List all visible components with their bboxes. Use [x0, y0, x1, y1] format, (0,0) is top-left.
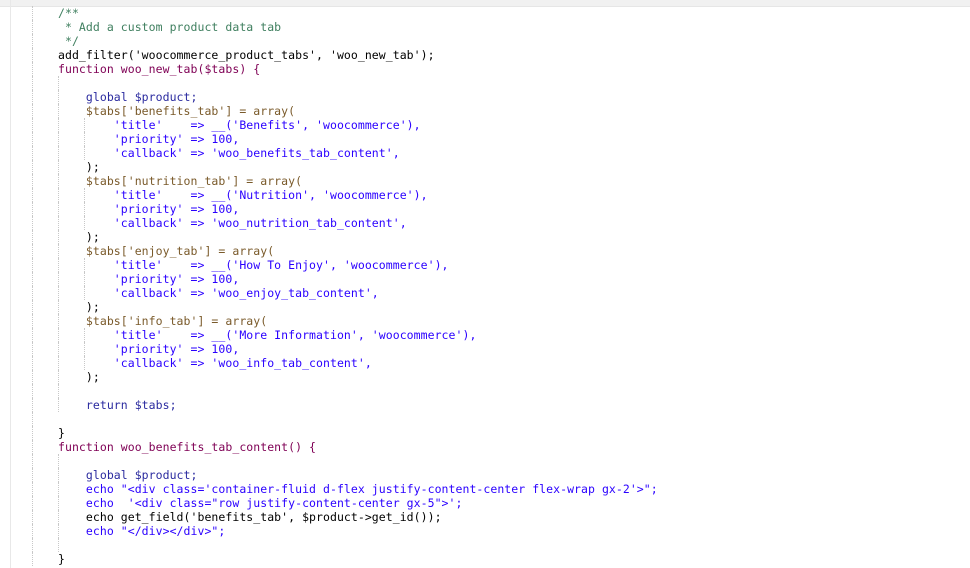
code-line: echo "<div class='container-fluid d-flex… [0, 482, 970, 496]
code-line: function woo_benefits_tab_content() { [0, 440, 970, 454]
code-line: 'callback' => 'woo_info_tab_content', [0, 356, 970, 370]
code-line-text: 'priority' => 100, [58, 272, 240, 286]
code-line-text: echo "<div class='container-fluid d-flex… [58, 482, 658, 496]
code-line: function woo_new_tab($tabs) { [0, 62, 970, 76]
code-line [0, 412, 970, 426]
code-line-text: 'title' => __('How To Enjoy', 'woocommer… [58, 258, 449, 272]
code-line-text: 'title' => __('Benefits', 'woocommerce')… [58, 118, 421, 132]
code-line: add_filter('woocommerce_product_tabs', '… [0, 48, 970, 62]
code-line: $tabs['benefits_tab'] = array( [0, 104, 970, 118]
code-line-text: 'callback' => 'woo_enjoy_tab_content', [58, 286, 379, 300]
code-line [0, 384, 970, 398]
code-line: echo "</div></div>"; [0, 524, 970, 538]
code-line: 'priority' => 100, [0, 272, 970, 286]
code-line-text: echo get_field('benefits_tab', $product-… [58, 510, 442, 524]
code-line: $tabs['info_tab'] = array( [0, 314, 970, 328]
code-line [0, 76, 970, 90]
code-editor[interactable]: /** * Add a custom product data tab */ a… [0, 0, 970, 568]
code-line: global $product; [0, 90, 970, 104]
code-line-text: /** [58, 6, 79, 20]
code-line-text: * Add a custom product data tab [58, 20, 282, 34]
code-line: */ [0, 34, 970, 48]
code-line-text: 'callback' => 'woo_nutrition_tab_content… [58, 216, 407, 230]
code-line: ); [0, 160, 970, 174]
code-line: ); [0, 300, 970, 314]
code-line: echo '<div class="row justify-content-ce… [0, 496, 970, 510]
code-line-text: global $product; [58, 90, 198, 104]
code-line: 'callback' => 'woo_nutrition_tab_content… [0, 216, 970, 230]
code-area[interactable]: /** * Add a custom product data tab */ a… [0, 6, 970, 566]
code-line-text: 'priority' => 100, [58, 202, 240, 216]
code-line-text: 'callback' => 'woo_benefits_tab_content'… [58, 146, 400, 160]
code-line: ); [0, 370, 970, 384]
code-line [0, 538, 970, 552]
code-line: 'priority' => 100, [0, 202, 970, 216]
code-line-text: echo "</div></div>"; [58, 524, 226, 538]
code-line-text: $tabs['nutrition_tab'] = array( [58, 174, 303, 188]
code-line-text: ); [58, 370, 100, 384]
code-line: $tabs['nutrition_tab'] = array( [0, 174, 970, 188]
code-line-text: ); [58, 160, 100, 174]
code-line-text: add_filter('woocommerce_product_tabs', '… [58, 48, 435, 62]
code-line: 'priority' => 100, [0, 342, 970, 356]
code-line: * Add a custom product data tab [0, 20, 970, 34]
code-line-text: ); [58, 230, 100, 244]
code-line-text: global $product; [58, 468, 198, 482]
code-line-text: 'priority' => 100, [58, 132, 240, 146]
code-line-text: 'title' => __('Nutrition', 'woocommerce'… [58, 188, 428, 202]
code-line: } [0, 426, 970, 440]
code-line: return $tabs; [0, 398, 970, 412]
code-line-text: */ [58, 34, 79, 48]
code-line: } [0, 552, 970, 566]
code-line-text: 'title' => __('More Information', 'wooco… [58, 328, 477, 342]
code-line: global $product; [0, 468, 970, 482]
code-line: 'title' => __('More Information', 'wooco… [0, 328, 970, 342]
code-line: 'title' => __('How To Enjoy', 'woocommer… [0, 258, 970, 272]
code-line: 'title' => __('Benefits', 'woocommerce')… [0, 118, 970, 132]
code-line-text: echo '<div class="row justify-content-ce… [58, 496, 463, 510]
code-line: $tabs['enjoy_tab'] = array( [0, 244, 970, 258]
code-line-text: $tabs['info_tab'] = array( [58, 314, 268, 328]
code-line [0, 454, 970, 468]
code-line-text: function woo_new_tab($tabs) { [58, 62, 261, 76]
code-line: ); [0, 230, 970, 244]
code-line: 'callback' => 'woo_enjoy_tab_content', [0, 286, 970, 300]
code-line-text: ); [58, 300, 100, 314]
code-line-text: function woo_benefits_tab_content() { [58, 440, 317, 454]
code-line-text: } [58, 426, 65, 440]
code-line-text: 'priority' => 100, [58, 342, 240, 356]
code-line: /** [0, 6, 970, 20]
code-line-text: } [58, 552, 65, 566]
code-line-text: 'callback' => 'woo_info_tab_content', [58, 356, 372, 370]
code-line-text: $tabs['benefits_tab'] = array( [58, 104, 296, 118]
code-line: echo get_field('benefits_tab', $product-… [0, 510, 970, 524]
code-line-text: $tabs['enjoy_tab'] = array( [58, 244, 275, 258]
code-line-text: return $tabs; [58, 398, 177, 412]
code-line: 'callback' => 'woo_benefits_tab_content'… [0, 146, 970, 160]
code-line: 'title' => __('Nutrition', 'woocommerce'… [0, 188, 970, 202]
code-line: 'priority' => 100, [0, 132, 970, 146]
